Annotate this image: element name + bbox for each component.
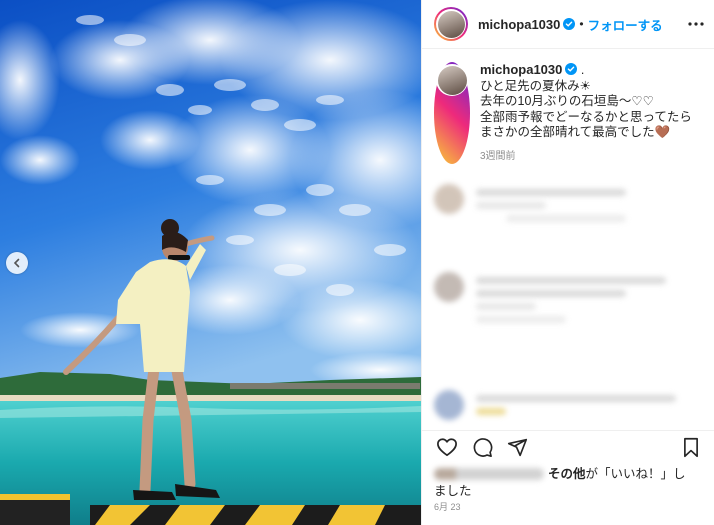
blurred-comment — [434, 184, 626, 228]
blurred-liker-avatars — [434, 468, 544, 480]
avatar[interactable] — [434, 7, 468, 41]
heart-icon[interactable] — [436, 437, 458, 462]
post-photo[interactable] — [0, 0, 421, 525]
post-header: michopa1030 • フォローする — [422, 0, 714, 49]
likes-others-link[interactable]: その他 — [548, 467, 586, 481]
caption-suffix: . — [580, 63, 585, 77]
more-options-icon[interactable] — [688, 22, 704, 26]
author-username[interactable]: michopa1030 — [478, 17, 560, 32]
caption-timestamp[interactable]: 3週間前 — [480, 149, 692, 165]
action-bar — [422, 430, 714, 464]
blurred-comment — [434, 272, 666, 329]
caption-line: まさかの全部晴れて最高でした🤎 — [480, 125, 671, 139]
likes-summary: その他が「いいね！」し ました — [434, 466, 709, 500]
chevron-left-icon — [12, 258, 22, 268]
separator-dot: • — [579, 17, 584, 31]
follow-button[interactable]: フォローする — [588, 15, 663, 34]
likes-text: が「いいね！」し — [585, 467, 686, 481]
bookmark-icon[interactable] — [682, 437, 700, 463]
post-date[interactable]: 6月 23 — [434, 500, 461, 513]
comment-icon[interactable] — [472, 437, 493, 463]
post-details-panel: michopa1030 • フォローする michopa1030 . ひと足先の… — [421, 0, 714, 525]
caption-line: 去年の10月ぶりの石垣島〜♡♡ — [480, 94, 654, 108]
likes-text-wrap: ました — [434, 484, 472, 498]
beach-photo-image — [0, 0, 421, 525]
verified-badge-icon — [565, 63, 578, 75]
blurred-comment — [434, 390, 676, 421]
caption-username[interactable]: michopa1030 — [480, 62, 562, 77]
carousel-prev-button[interactable] — [6, 252, 28, 274]
comments-list — [422, 176, 714, 428]
caption-avatar[interactable] — [434, 62, 470, 164]
verified-badge-icon — [563, 18, 576, 30]
caption: michopa1030 . ひと足先の夏休み☀ 去年の10月ぶりの石垣島〜♡♡ … — [422, 49, 714, 164]
share-icon[interactable] — [507, 437, 528, 463]
caption-line: ひと足先の夏休み☀ — [480, 78, 591, 93]
caption-line: 全部雨予報でどーなるかと思ってたら — [480, 109, 692, 124]
